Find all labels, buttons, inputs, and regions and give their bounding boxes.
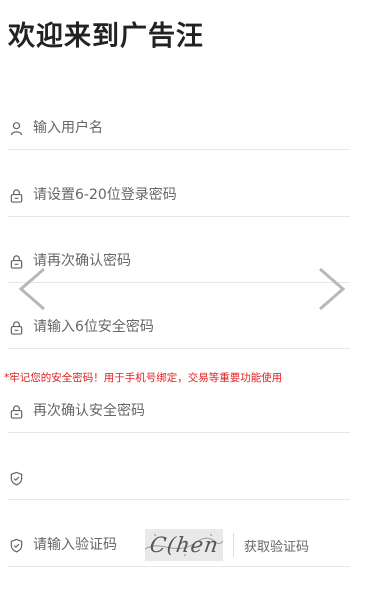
captcha-input[interactable] bbox=[33, 537, 137, 553]
confirm-password-input[interactable] bbox=[33, 253, 350, 269]
lock-icon bbox=[8, 187, 24, 203]
user-icon bbox=[8, 120, 24, 136]
confirm-password-field bbox=[8, 240, 350, 283]
safe-password-warning: *牢记您的安全密码！用于手机号绑定，交易等重要功能使用 bbox=[4, 372, 283, 384]
username-field bbox=[8, 107, 350, 150]
chevron-right-icon[interactable] bbox=[316, 266, 348, 312]
sms-code-field bbox=[8, 457, 350, 500]
captcha-field: C(hen 获取验证码 bbox=[8, 524, 350, 567]
safe-password-field bbox=[8, 306, 350, 349]
username-input[interactable] bbox=[33, 120, 350, 136]
shield-check-icon bbox=[8, 470, 24, 486]
captcha-image[interactable]: C(hen bbox=[145, 529, 223, 561]
sms-code-input[interactable] bbox=[33, 470, 350, 486]
safe-password-input[interactable] bbox=[33, 319, 350, 335]
captcha-image-text: C(hen bbox=[147, 533, 221, 557]
confirm-safe-password-field bbox=[8, 390, 350, 433]
captcha-divider bbox=[233, 533, 234, 557]
lock-icon bbox=[8, 319, 24, 335]
get-code-button[interactable]: 获取验证码 bbox=[244, 536, 309, 555]
confirm-safe-password-input[interactable] bbox=[33, 403, 350, 419]
page-title: 欢迎来到广告汪 bbox=[8, 21, 204, 52]
lock-icon bbox=[8, 403, 24, 419]
password-field bbox=[8, 174, 350, 217]
password-input[interactable] bbox=[33, 187, 350, 203]
chevron-left-icon[interactable] bbox=[16, 266, 48, 312]
shield-check-icon bbox=[8, 537, 24, 553]
